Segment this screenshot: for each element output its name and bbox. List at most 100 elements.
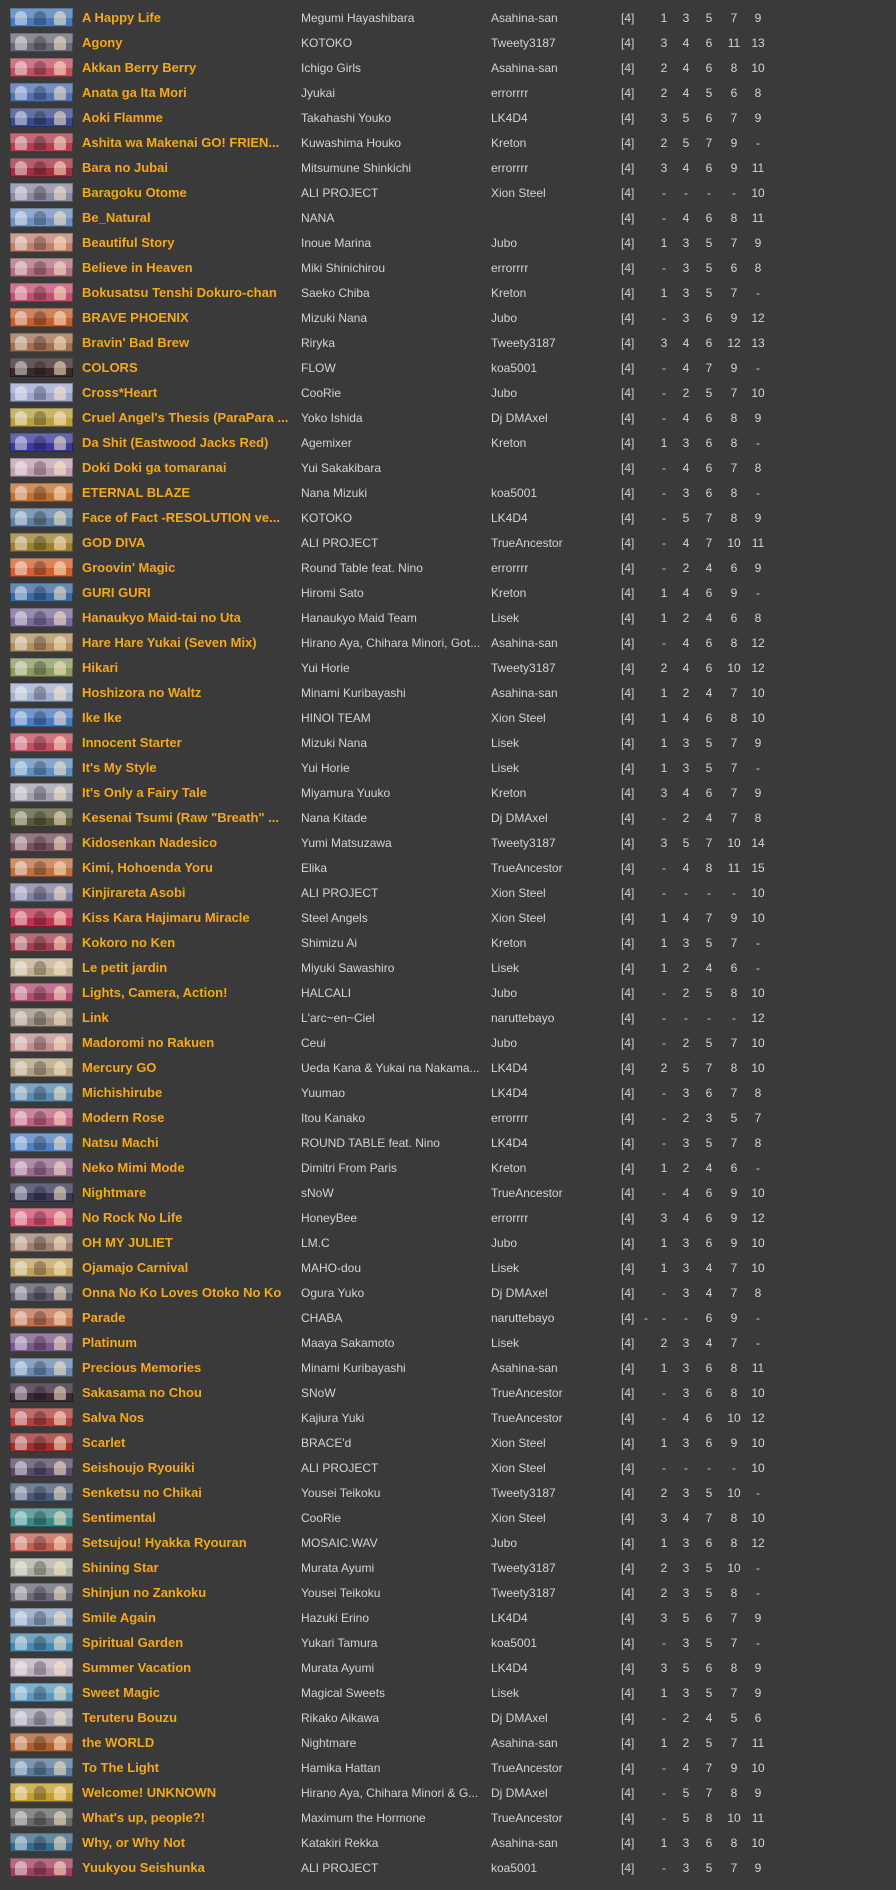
- song-title-link[interactable]: Le petit jardin: [82, 959, 294, 976]
- song-row[interactable]: Kimi, Hohoenda Yoru Elika TrueAncestor [4] -…: [0, 855, 896, 880]
- song-title-link[interactable]: Anata ga Ita Mori: [82, 84, 294, 101]
- song-title-link[interactable]: Nightmare: [82, 1184, 294, 1201]
- song-title-link[interactable]: No Rock No Life: [82, 1209, 294, 1226]
- song-title-link[interactable]: Hoshizora no Waltz: [82, 684, 294, 701]
- song-row[interactable]: Face of Fact -RESOLUTION ve... KOTOKO LK4D…: [0, 505, 896, 530]
- song-row[interactable]: To The Light Hamika Hattan TrueAncestor [4]…: [0, 1755, 896, 1780]
- song-row[interactable]: ETERNAL BLAZE Nana Mizuki koa5001 [4] - 3 6 8 -: [0, 480, 896, 505]
- song-title-link[interactable]: Neko Mimi Mode: [82, 1159, 294, 1176]
- song-title-link[interactable]: It's My Style: [82, 759, 294, 776]
- song-row[interactable]: Bokusatsu Tenshi Dokuro-chan Saeko Chiba K…: [0, 280, 896, 305]
- song-title-link[interactable]: Ashita wa Makenai GO! FRIEN...: [82, 134, 294, 151]
- song-title-link[interactable]: Ojamajo Carnival: [82, 1259, 294, 1276]
- song-row[interactable]: Salva Nos Kajiura Yuki TrueAncestor [4] -4 6 1…: [0, 1405, 896, 1430]
- song-row[interactable]: Spiritual Garden Yukari Tamura koa5001 [4] -…: [0, 1630, 896, 1655]
- song-title-link[interactable]: Smile Again: [82, 1609, 294, 1626]
- song-row[interactable]: Madoromi no Rakuen Ceui Jubo [4] - 2 5 7 10: [0, 1030, 896, 1055]
- song-row[interactable]: Kinjirareta Asobi ALI PROJECT Xion Steel [4…: [0, 880, 896, 905]
- song-row[interactable]: Scarlet BRACE'd Xion Steel [4] 1 3 6 9 10: [0, 1430, 896, 1455]
- song-row[interactable]: Hare Hare Yukai (Seven Mix) Hirano Aya, C…: [0, 630, 896, 655]
- song-title-link[interactable]: OH MY JULIET: [82, 1234, 294, 1251]
- song-row[interactable]: Shining Star Murata Ayumi Tweety3187 [4] 2 3 5…: [0, 1555, 896, 1580]
- song-row[interactable]: Hanaukyo Maid-tai no Uta Hanaukyo Maid Te…: [0, 605, 896, 630]
- song-title-link[interactable]: Hikari: [82, 659, 294, 676]
- song-row[interactable]: Link L'arc~en~Ciel naruttebayo [4] - - - - 12: [0, 1005, 896, 1030]
- song-title-link[interactable]: Sweet Magic: [82, 1684, 294, 1701]
- song-title-link[interactable]: Akkan Berry Berry: [82, 59, 294, 76]
- song-title-link[interactable]: GURI GURI: [82, 584, 294, 601]
- song-title-link[interactable]: Groovin' Magic: [82, 559, 294, 576]
- song-row[interactable]: Michishirube Yuumao LK4D4 [4] - 3 6 7 8: [0, 1080, 896, 1105]
- song-title-link[interactable]: Platinum: [82, 1334, 294, 1351]
- song-row[interactable]: Shinjun no Zankoku Yousei Teikoku Tweety31…: [0, 1580, 896, 1605]
- song-title-link[interactable]: Kesenai Tsumi (Raw "Breath" ...: [82, 809, 294, 826]
- song-row[interactable]: Aoki Flamme Takahashi Youko LK4D4 [4] 3 5 6 7 9: [0, 105, 896, 130]
- song-row[interactable]: Le petit jardin Miyuki Sawashiro Lisek [4] 1…: [0, 955, 896, 980]
- song-title-link[interactable]: What's up, people?!: [82, 1809, 294, 1826]
- song-row[interactable]: Bravin' Bad Brew Riryka Tweety3187 [4] 3 4 6 12…: [0, 330, 896, 355]
- song-title-link[interactable]: Michishirube: [82, 1084, 294, 1101]
- song-row[interactable]: Cross*Heart CooRie Jubo [4] - 2 5 7 10: [0, 380, 896, 405]
- song-row[interactable]: Precious Memories Minami Kuribayashi Asahi…: [0, 1355, 896, 1380]
- song-row[interactable]: Akkan Berry Berry Ichigo Girls Asahina-san…: [0, 55, 896, 80]
- song-title-link[interactable]: A Happy Life: [82, 9, 294, 26]
- song-row[interactable]: Sweet Magic Magical Sweets Lisek [4] 1 3 5 7 9: [0, 1680, 896, 1705]
- song-title-link[interactable]: Setsujou! Hyakka Ryouran: [82, 1534, 294, 1551]
- song-row[interactable]: Mercury GO Ueda Kana & Yukai na Nakama...…: [0, 1055, 896, 1080]
- song-title-link[interactable]: It's Only a Fairy Tale: [82, 784, 294, 801]
- song-title-link[interactable]: Madoromi no Rakuen: [82, 1034, 294, 1051]
- song-title-link[interactable]: COLORS: [82, 359, 294, 376]
- song-row[interactable]: COLORS FLOW koa5001 [4] - 4 7 9 -: [0, 355, 896, 380]
- song-title-link[interactable]: Bokusatsu Tenshi Dokuro-chan: [82, 284, 294, 301]
- song-row[interactable]: Sentimental CooRie Xion Steel [4] 3 4 7 8 10: [0, 1505, 896, 1530]
- song-row[interactable]: It's Only a Fairy Tale Miyamura Yuuko Kret…: [0, 780, 896, 805]
- song-row[interactable]: Summer Vacation Murata Ayumi LK4D4 [4] 3 5 6 8 9: [0, 1655, 896, 1680]
- song-title-link[interactable]: Ike Ike: [82, 709, 294, 726]
- song-title-link[interactable]: Summer Vacation: [82, 1659, 294, 1676]
- song-row[interactable]: Sakasama no Chou SNoW TrueAncestor [4] - 3 6 8 1…: [0, 1380, 896, 1405]
- song-row[interactable]: A Happy Life Megumi Hayashibara Asahina-sa…: [0, 5, 896, 30]
- song-row[interactable]: Yuukyou Seishunka ALI PROJECT koa5001 [4] - 3…: [0, 1855, 896, 1880]
- song-title-link[interactable]: Hare Hare Yukai (Seven Mix): [82, 634, 294, 651]
- song-row[interactable]: Anata ga Ita Mori Jyukai errorrrr [4] 2 4 5 6 8: [0, 80, 896, 105]
- song-row[interactable]: No Rock No Life HoneyBee errorrrr [4] 3 4 6 9 12: [0, 1205, 896, 1230]
- song-row[interactable]: Innocent Starter Mizuki Nana Lisek [4] 1 3 5 7 9: [0, 730, 896, 755]
- song-title-link[interactable]: Beautiful Story: [82, 234, 294, 251]
- song-title-link[interactable]: Salva Nos: [82, 1409, 294, 1426]
- song-row[interactable]: Parade CHABA naruttebayo [4] - - -6 9-: [0, 1305, 896, 1330]
- song-title-link[interactable]: Hanaukyo Maid-tai no Uta: [82, 609, 294, 626]
- song-title-link[interactable]: Bara no Jubai: [82, 159, 294, 176]
- song-title-link[interactable]: Natsu Machi: [82, 1134, 294, 1151]
- song-row[interactable]: Cruel Angel's Thesis (ParaPara ... Yoko I…: [0, 405, 896, 430]
- song-row[interactable]: Groovin' Magic Round Table feat. Nino erro…: [0, 555, 896, 580]
- song-title-link[interactable]: the WORLD: [82, 1734, 294, 1751]
- song-title-link[interactable]: Doki Doki ga tomaranai: [82, 459, 294, 476]
- song-row[interactable]: Kiss Kara Hajimaru Miracle Steel Angels Xi…: [0, 905, 896, 930]
- song-title-link[interactable]: Kinjirareta Asobi: [82, 884, 294, 901]
- song-row[interactable]: Believe in Heaven Miki Shinichirou errorrr…: [0, 255, 896, 280]
- song-row[interactable]: Smile Again Hazuki Erino LK4D4 [4] 3 5 6 7 9: [0, 1605, 896, 1630]
- song-row[interactable]: Kokoro no Ken Shimizu Ai Kreton [4] 1 3 5 7 -: [0, 930, 896, 955]
- song-row[interactable]: BRAVE PHOENIX Mizuki Nana Jubo [4] - 3 6 9 12: [0, 305, 896, 330]
- song-title-link[interactable]: Agony: [82, 34, 294, 51]
- song-row[interactable]: Agony KOTOKO Tweety3187 [4] 3 4 6 11 13: [0, 30, 896, 55]
- song-title-link[interactable]: Lights, Camera, Action!: [82, 984, 294, 1001]
- song-row[interactable]: Teruteru Bouzu Rikako Aikawa Dj DMAxel [4] -…: [0, 1705, 896, 1730]
- song-title-link[interactable]: Yuukyou Seishunka: [82, 1859, 294, 1876]
- song-title-link[interactable]: Teruteru Bouzu: [82, 1709, 294, 1726]
- song-row[interactable]: Natsu Machi ROUND TABLE feat. Nino LK4D4 [4…: [0, 1130, 896, 1155]
- song-row[interactable]: Senketsu no Chikai Yousei Teikoku Tweety31…: [0, 1480, 896, 1505]
- song-title-link[interactable]: Innocent Starter: [82, 734, 294, 751]
- song-title-link[interactable]: Believe in Heaven: [82, 259, 294, 276]
- song-row[interactable]: Da Shit (Eastwood Jacks Red) Agemixer Kret…: [0, 430, 896, 455]
- song-row[interactable]: the WORLD Nightmare Asahina-san [4] 1 2 5 7 11: [0, 1730, 896, 1755]
- song-row[interactable]: Seishoujo Ryouiki ALI PROJECT Xion Steel [4…: [0, 1455, 896, 1480]
- song-title-link[interactable]: BRAVE PHOENIX: [82, 309, 294, 326]
- song-row[interactable]: Beautiful Story Inoue Marina Jubo [4] 1 3 5 7 9: [0, 230, 896, 255]
- song-title-link[interactable]: Kokoro no Ken: [82, 934, 294, 951]
- song-row[interactable]: Onna No Ko Loves Otoko No Ko Ogura Yuko Dj…: [0, 1280, 896, 1305]
- song-title-link[interactable]: Modern Rose: [82, 1109, 294, 1126]
- song-row[interactable]: Kesenai Tsumi (Raw "Breath" ... Nana Kita…: [0, 805, 896, 830]
- song-title-link[interactable]: Seishoujo Ryouiki: [82, 1459, 294, 1476]
- song-title-link[interactable]: ETERNAL BLAZE: [82, 484, 294, 501]
